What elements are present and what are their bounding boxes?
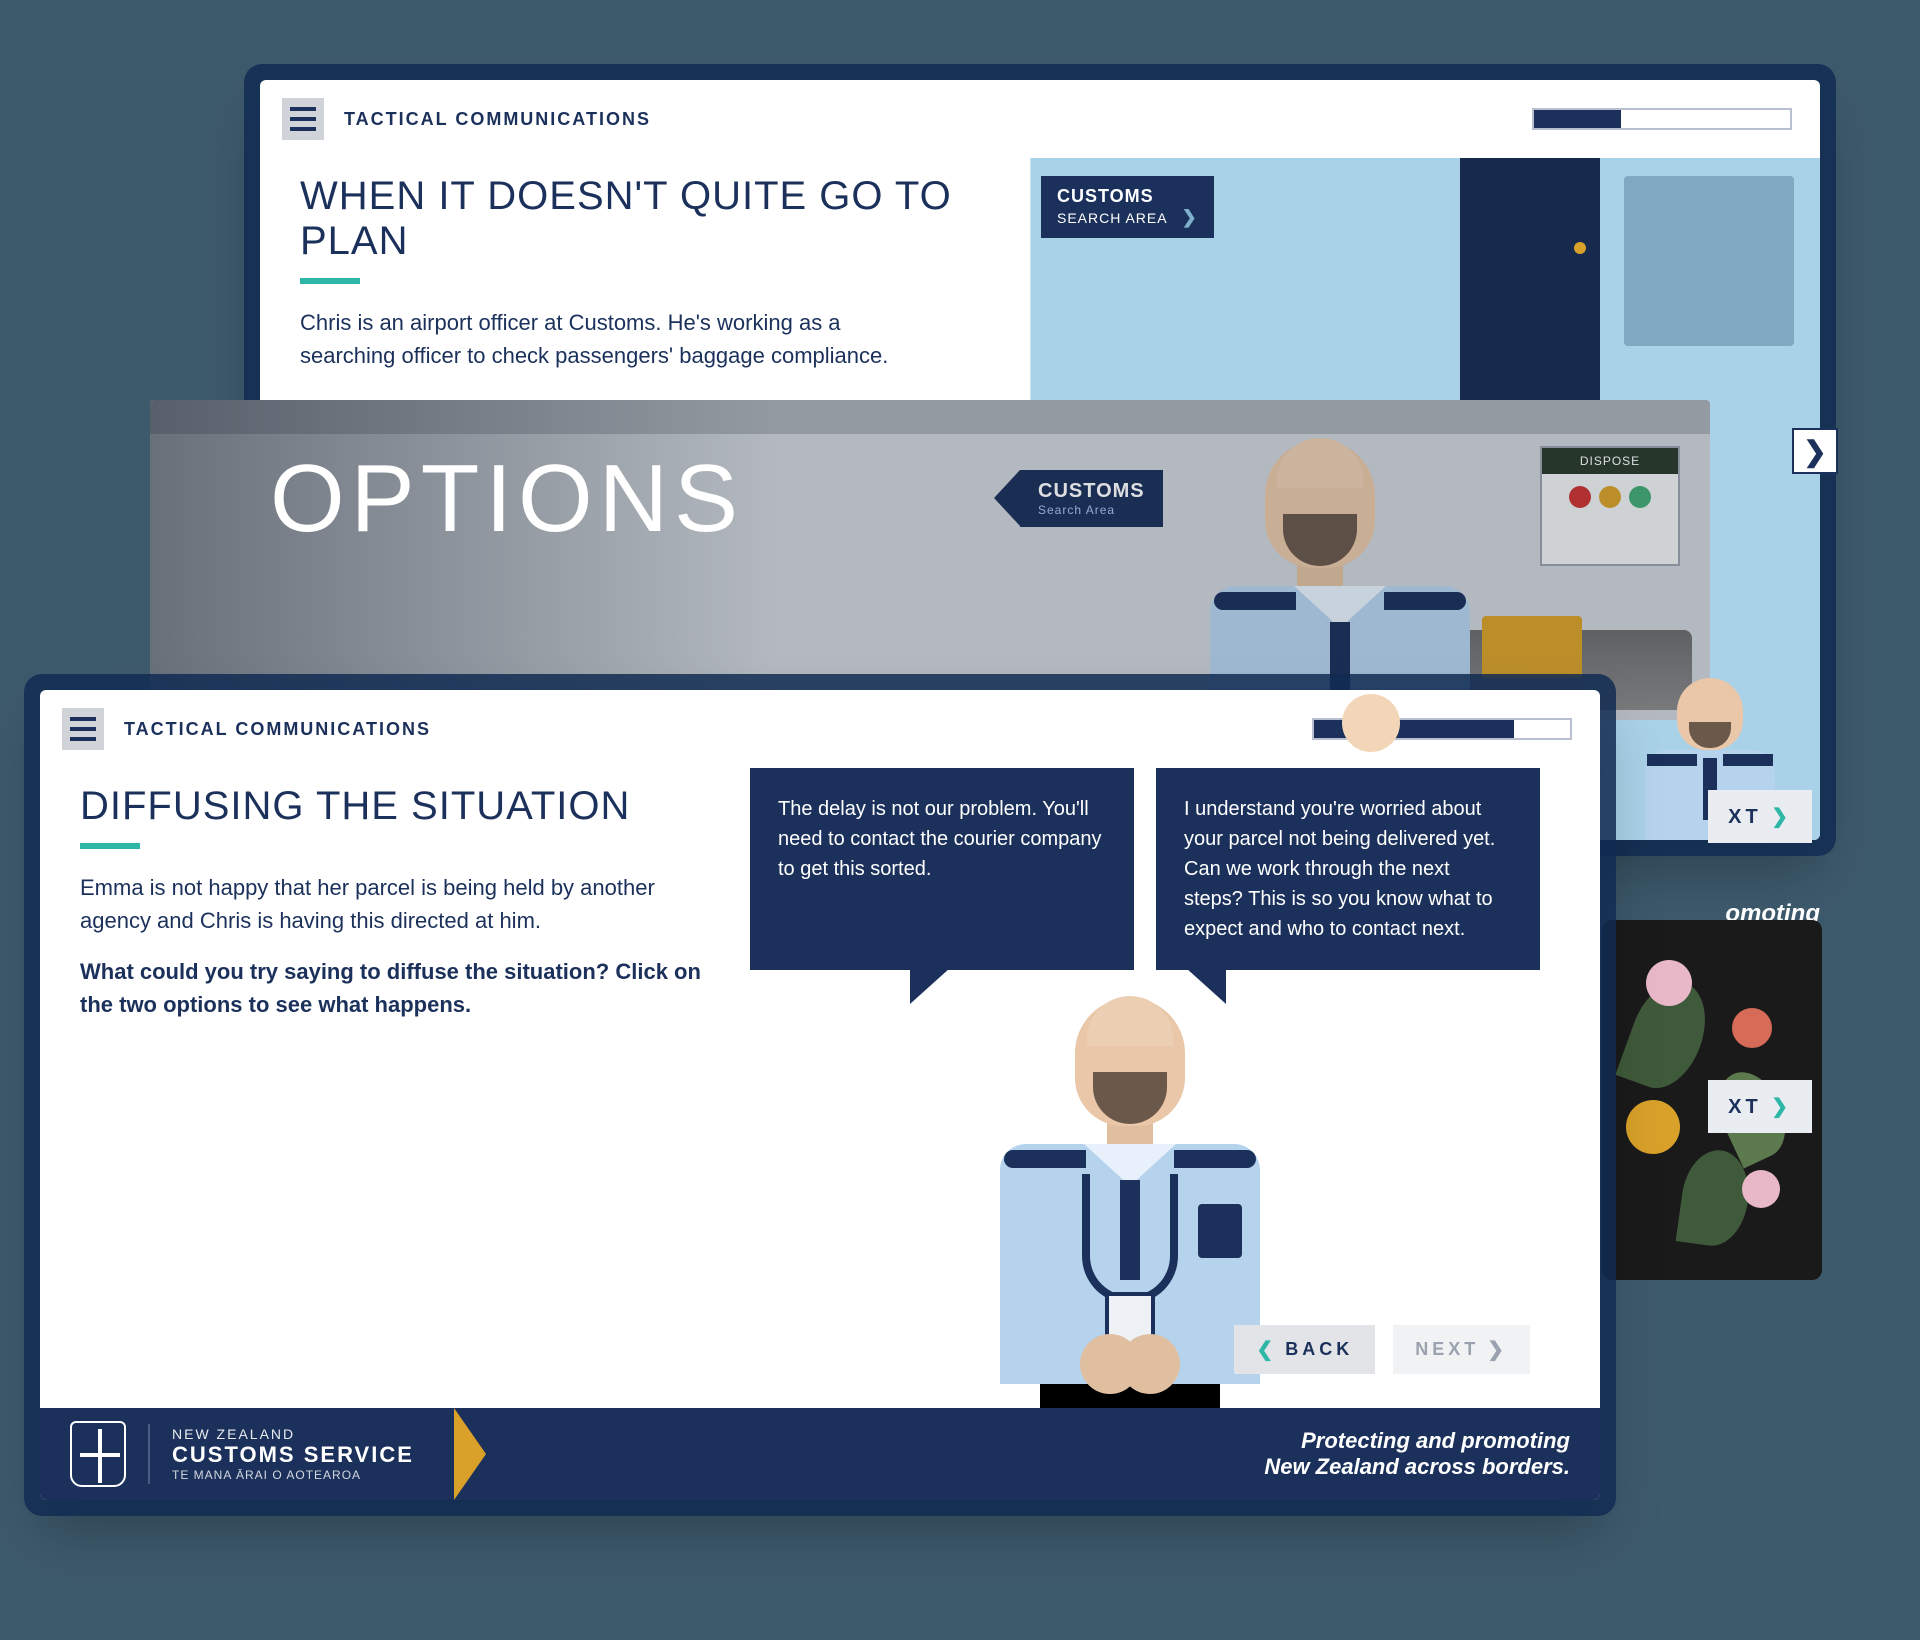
chevron-right-icon: ❯	[1771, 806, 1792, 828]
text-column: DIFFUSING THE SITUATION Emma is not happ…	[80, 768, 720, 1398]
chevron-gold-icon	[454, 1408, 486, 1500]
next-button-fragment[interactable]: XT ❯	[1708, 790, 1812, 843]
video-banner-options: DISPOSE CUSTOMS Search Area OPTIONS	[150, 400, 1710, 720]
progress-fill	[1534, 110, 1621, 128]
menu-icon[interactable]	[282, 98, 324, 140]
crest-icon	[70, 1421, 126, 1487]
progress-bar	[1532, 108, 1792, 130]
context-paragraph: Emma is not happy that her parcel is bei…	[80, 871, 720, 937]
next-button[interactable]: NEXT ❯	[1393, 1325, 1530, 1374]
brand-text: NEW ZEALAND CUSTOMS SERVICE TE MANA ĀRAI…	[172, 1426, 414, 1482]
intro-paragraph: Chris is an airport officer at Customs. …	[300, 306, 940, 372]
chevron-left-icon: ❮	[1256, 1337, 1277, 1362]
title-rule	[300, 278, 360, 284]
slide-header: TACTICAL COMMUNICATIONS	[260, 80, 1820, 148]
breadcrumb: TACTICAL COMMUNICATIONS	[344, 109, 651, 130]
brand-tagline: Protecting and promoting New Zealand acr…	[1264, 1428, 1570, 1480]
dialogue-option-a[interactable]: The delay is not our problem. You'll nee…	[750, 768, 1134, 970]
page-title: WHEN IT DOESN'T QUITE GO TO PLAN	[300, 174, 1000, 264]
instruction-paragraph: What could you try saying to diffuse the…	[80, 955, 720, 1021]
brand-footer: NEW ZEALAND CUSTOMS SERVICE TE MANA ĀRAI…	[40, 1408, 1600, 1500]
chevron-right-icon: ❯	[1771, 1096, 1792, 1118]
title-rule	[80, 843, 140, 849]
menu-icon[interactable]	[62, 708, 104, 750]
booth-graphic	[1624, 176, 1794, 346]
dialogue-option-b[interactable]: I understand you're worried about your p…	[1156, 768, 1540, 970]
options-column: The delay is not our problem. You'll nee…	[750, 768, 1560, 1398]
chevron-right-icon: ❯	[1487, 1337, 1508, 1362]
back-button[interactable]: ❮ BACK	[1234, 1325, 1375, 1374]
breadcrumb: TACTICAL COMMUNICATIONS	[124, 719, 431, 740]
slide-diffusing-the-situation: TACTICAL COMMUNICATIONS DIFFUSING THE SI…	[40, 690, 1600, 1500]
nav-buttons: ❮ BACK NEXT ❯	[1234, 1325, 1530, 1374]
banner-title: OPTIONS	[270, 444, 744, 554]
carousel-next-icon[interactable]: ❯	[1792, 428, 1838, 474]
customs-area-sign: CUSTOMS SEARCH AREA ❯	[1041, 176, 1214, 238]
next-button-fragment[interactable]: XT ❯	[1708, 1080, 1812, 1133]
page-title: DIFFUSING THE SITUATION	[80, 784, 720, 829]
chevron-right-icon: ❯	[1182, 207, 1198, 227]
officer-illustration	[990, 998, 1270, 1420]
